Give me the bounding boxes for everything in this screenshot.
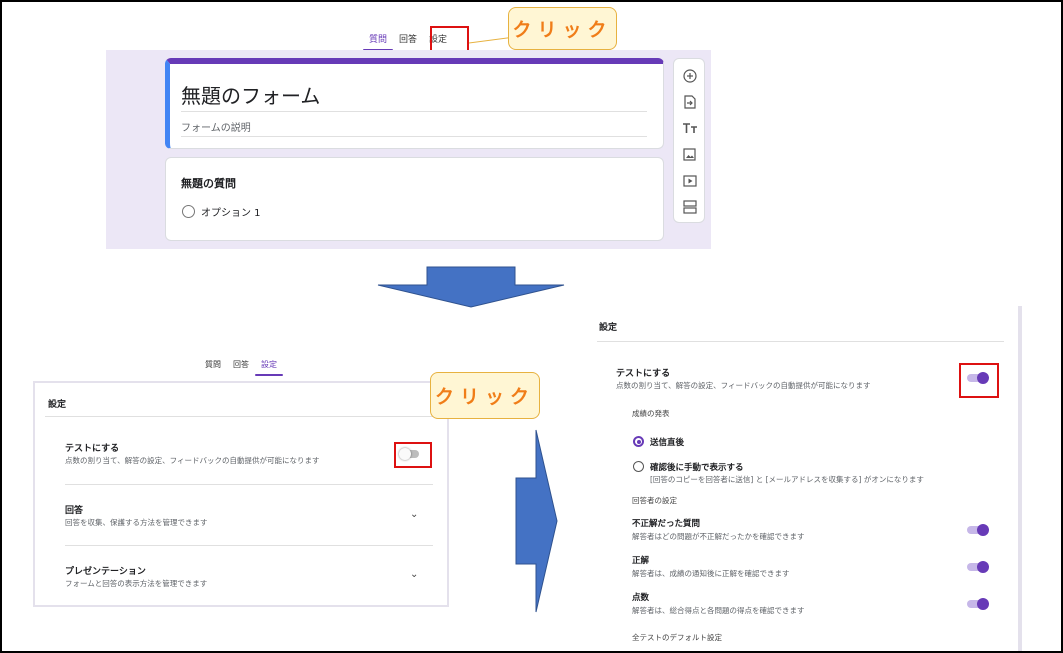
- click-callout-2-label: クリック: [434, 386, 535, 408]
- tab-questions-2[interactable]: 質問: [199, 359, 227, 370]
- tab-questions[interactable]: 質問: [363, 32, 394, 51]
- settings-panel-expanded: 設定 テストにする 点数の割り当て、解答の設定、フィードバックの自動提供が可能に…: [587, 306, 1022, 653]
- chevron-down-icon[interactable]: ⌄: [410, 509, 418, 520]
- chevron-down-icon[interactable]: ⌄: [410, 569, 418, 580]
- quiz-row-title-2: テストにする: [616, 369, 671, 379]
- correct-toggle[interactable]: [967, 561, 989, 573]
- respondent-heading: 回答者の設定: [632, 496, 677, 505]
- down-arrow: [377, 266, 565, 308]
- release-heading: 成績の発表: [632, 409, 670, 418]
- description-underline: [181, 136, 647, 137]
- quiz-toggle-on-highlight: [959, 363, 999, 398]
- missed-toggle[interactable]: [967, 524, 989, 536]
- form-description[interactable]: フォームの説明: [181, 119, 251, 134]
- presentation-row-desc: フォームと回答の表示方法を管理できます: [65, 579, 208, 588]
- presentation-row-title: プレゼンテーション: [65, 567, 146, 577]
- divider: [65, 545, 433, 546]
- defaults-heading: 全テストのデフォルト設定: [632, 633, 722, 642]
- divider: [65, 484, 433, 485]
- settings-title-2: 設定: [599, 323, 618, 333]
- settings-tabs: 質問 回答 設定: [199, 359, 283, 376]
- quiz-row-desc: 点数の割り当て、解答の設定、フィードバックの自動提供が可能になります: [65, 456, 320, 465]
- settings-title: 設定: [48, 400, 67, 410]
- points-title: 点数: [632, 593, 650, 603]
- import-questions-icon[interactable]: [681, 93, 698, 110]
- points-toggle[interactable]: [967, 598, 989, 610]
- points-desc: 解答者は、総合得点と各問題の得点を確認できます: [632, 606, 805, 615]
- option-radio: [182, 205, 195, 218]
- click-callout-2: クリック: [430, 372, 540, 419]
- add-question-icon[interactable]: [681, 67, 698, 84]
- tab-settings-2[interactable]: 設定: [255, 359, 283, 376]
- responses-row-title: 回答: [65, 506, 84, 516]
- release-manual-label[interactable]: 確認後に手動で表示する: [650, 461, 744, 473]
- settings-panel-collapsed: 設定 テストにする 点数の割り当て、解答の設定、フィードバックの自動提供が可能に…: [33, 381, 449, 607]
- correct-desc: 解答者は、成績の通知後に正解を確認できます: [632, 569, 790, 578]
- click-callout-1: クリック: [508, 7, 617, 50]
- add-image-icon[interactable]: [681, 146, 698, 163]
- release-manual-radio[interactable]: [633, 461, 644, 472]
- add-video-icon[interactable]: [681, 172, 698, 189]
- missed-desc: 解答者はどの問題が不正解だったかを確認できます: [632, 532, 805, 541]
- divider: [45, 416, 437, 417]
- missed-title: 不正解だった質問: [632, 519, 701, 529]
- floating-toolbar: [673, 58, 705, 223]
- option-label[interactable]: オプション 1: [201, 204, 261, 219]
- divider: [597, 341, 1004, 342]
- form-title-card[interactable]: 無題のフォーム フォームの説明: [165, 58, 664, 149]
- release-immediate-radio[interactable]: [633, 436, 644, 447]
- release-immediate-label[interactable]: 送信直後: [650, 436, 684, 448]
- quiz-row-title: テストにする: [65, 444, 120, 454]
- add-section-icon[interactable]: [681, 198, 698, 215]
- form-title[interactable]: 無題のフォーム: [181, 80, 320, 109]
- responses-row-desc: 回答を収集、保護する方法を管理できます: [65, 518, 208, 527]
- release-manual-desc: [回答のコピーを回答者に送信] と [メールアドレスを収集する] がオンになりま…: [650, 475, 924, 484]
- quiz-row-desc-2: 点数の割り当て、解答の設定、フィードバックの自動提供が可能になります: [616, 381, 871, 390]
- tab-responses-2[interactable]: 回答: [227, 359, 255, 370]
- right-arrow: [515, 429, 558, 613]
- tab-responses[interactable]: 回答: [393, 32, 423, 45]
- title-underline: [181, 111, 647, 112]
- click-callout-1-label: クリック: [512, 19, 613, 41]
- quiz-toggle-highlight: [394, 442, 432, 468]
- correct-title: 正解: [632, 556, 650, 566]
- question-title[interactable]: 無題の質問: [181, 175, 236, 191]
- settings-tab-highlight: [430, 26, 469, 52]
- question-card[interactable]: 無題の質問 オプション 1: [165, 157, 664, 241]
- add-title-icon[interactable]: [681, 119, 698, 136]
